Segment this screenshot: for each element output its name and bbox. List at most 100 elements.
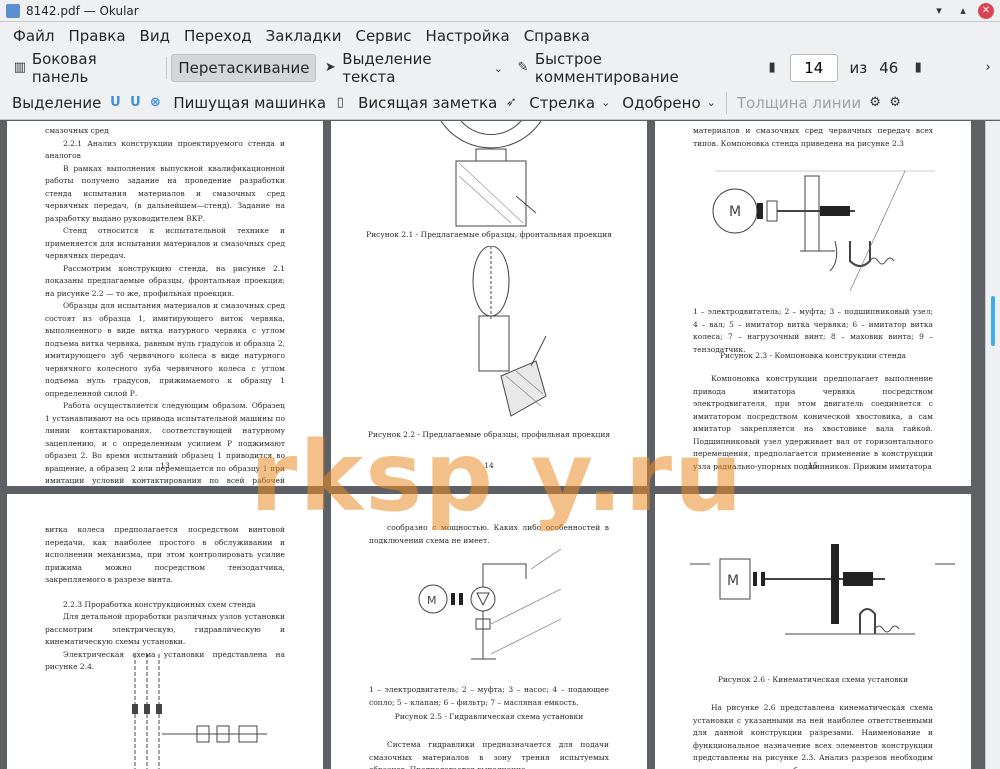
annotation-toolbar: Выделение U U ⊗ Пишущая машинка ▯ Висяща… xyxy=(0,86,1000,120)
typewriter-label: Пишущая машинка xyxy=(173,93,327,112)
paragraph: На рисунке 2.6 представлена кинематическ… xyxy=(693,703,933,769)
paragraph: В рамках выполнения выпускной квалификац… xyxy=(45,163,285,223)
page-total-label: 46 xyxy=(879,59,899,77)
pen-icon: ✎ xyxy=(517,60,529,75)
figure-2-2-drawing xyxy=(472,246,547,417)
paragraph: материалов и смазочных сред червячных пе… xyxy=(693,126,933,148)
scrollbar-thumb[interactable] xyxy=(991,296,995,346)
page-16: витка колеса предполагается посредством … xyxy=(7,494,323,769)
document-viewport[interactable]: смазочных сред 2.2.1 Анализ конструкции … xyxy=(0,121,985,769)
arrow-tool-icon: ➶ xyxy=(505,94,517,110)
text-line: смазочных сред xyxy=(45,126,109,135)
page-18: M Рисунок 2.6 - Кинематическая схема уст… xyxy=(655,494,971,769)
section-heading: 2.2.1 Анализ конструкции проектируемого … xyxy=(45,138,285,161)
menu-bookmarks[interactable]: Закладки xyxy=(259,27,349,45)
figure-legend: 1 – электродвигатель; 2 – муфта; 3 – под… xyxy=(693,307,933,354)
menu-file[interactable]: Файл xyxy=(6,27,61,45)
note-icon: ▯ xyxy=(336,94,344,110)
page-13: смазочных сред 2.2.1 Анализ конструкции … xyxy=(7,121,323,486)
close-icon[interactable]: ✕ xyxy=(978,2,994,19)
paragraph: Рассмотрим конструкцию стенда, на рисунк… xyxy=(45,263,285,298)
stamp-label: Одобрено xyxy=(622,93,701,112)
paragraph: Компоновка конструкции предполагает выпо… xyxy=(693,374,933,471)
page-number: 15 xyxy=(808,460,818,470)
maximize-icon[interactable]: ▴ xyxy=(954,2,972,20)
color-icon[interactable]: ⚙ xyxy=(867,95,883,111)
opacity-icon[interactable]: ⚙ xyxy=(887,95,903,111)
okular-app-icon xyxy=(6,3,20,18)
menu-edit[interactable]: Правка xyxy=(61,27,132,45)
cursor-icon: ➤ xyxy=(324,60,336,75)
highlight-label: Выделение xyxy=(12,93,102,112)
drag-tool-button[interactable]: Перетаскивание xyxy=(171,54,317,82)
figure-caption: Рисунок 2.3 - Компоновка конструкции сте… xyxy=(720,351,906,360)
text-select-button[interactable]: ➤ Выделение текста ⌄ xyxy=(316,50,509,86)
chevron-down-icon[interactable]: ⌄ xyxy=(494,62,503,75)
paragraph: Для детальной проработки различных узлов… xyxy=(45,612,285,646)
chevron-down-icon[interactable]: ⌄ xyxy=(707,96,716,109)
underline-icon[interactable]: U xyxy=(107,95,123,111)
page-number: 13 xyxy=(160,460,170,470)
line-width-tool[interactable]: Толщина линии xyxy=(731,89,867,117)
next-page-icon[interactable]: ▮ xyxy=(910,60,926,76)
menu-bar: Файл Правка Вид Переход Закладки Сервис … xyxy=(0,22,1000,50)
arrow-tool[interactable]: Стрелка ⌄ xyxy=(523,89,616,117)
highlight-tool[interactable]: Выделение xyxy=(6,89,107,117)
page-number: 14 xyxy=(484,460,494,470)
page-of-label: из xyxy=(849,59,868,77)
page-14: Рисунок 2.1 - Предлагаемые образцы, фрон… xyxy=(331,121,647,486)
figure-2-6-drawing: M xyxy=(690,544,955,635)
menu-go[interactable]: Переход xyxy=(177,27,259,45)
vertical-scrollbar[interactable] xyxy=(985,121,1000,769)
toolbar-separator xyxy=(725,91,727,114)
figure-2-1-drawing xyxy=(440,121,542,227)
paragraph: витка колеса предполагается посредством … xyxy=(45,525,285,584)
line-width-label: Толщина линии xyxy=(736,93,862,112)
svg-text:M: M xyxy=(729,204,741,220)
stamp-tool[interactable]: Одобрено ⌄ xyxy=(616,89,722,117)
menu-help[interactable]: Справка xyxy=(517,27,597,45)
page-15: материалов и смазочных сред червячных пе… xyxy=(655,121,971,486)
window-title: 8142.pdf — Okular xyxy=(26,3,139,18)
page-number-input[interactable]: 14 xyxy=(790,54,838,82)
window-titlebar: 8142.pdf — Okular ▾ ▴ ✕ xyxy=(0,0,1000,22)
toolbar-separator xyxy=(166,57,168,79)
squiggle-icon[interactable]: U xyxy=(127,95,143,111)
arrow-label: Стрелка xyxy=(529,93,596,112)
sticky-label: Висящая заметка xyxy=(358,93,498,112)
strikeout-icon[interactable]: ⊗ xyxy=(147,95,163,111)
figure-2-4-drawing xyxy=(132,654,267,769)
page-17: сообразно с мощностью. Каких либо особен… xyxy=(331,494,647,769)
quick-comment-button[interactable]: ✎ Быстрое комментирование xyxy=(509,50,754,86)
previous-page-icon[interactable]: ▮ xyxy=(764,60,780,76)
paragraph: Стенд относится к испытательной технике … xyxy=(45,226,285,260)
drag-label: Перетаскивание xyxy=(178,59,310,77)
sidebar-label: Боковая панель xyxy=(31,50,97,86)
figure-caption: Рисунок 2.6 - Кинематическая схема устан… xyxy=(717,675,909,684)
svg-text:M: M xyxy=(427,594,437,607)
paragraph: Система гидравлики предназначается для п… xyxy=(369,740,609,769)
text-select-label: Выделение текста xyxy=(342,50,432,86)
typewriter-tool[interactable]: Пишущая машинка xyxy=(167,89,332,117)
menu-view[interactable]: Вид xyxy=(133,27,177,45)
paragraph: Работа осуществляется следующим образом.… xyxy=(45,401,285,485)
svg-text:M: M xyxy=(727,573,739,589)
figure-2-5-drawing: M xyxy=(418,549,562,660)
figure-caption: Рисунок 2.1 - Предлагаемые образцы, фрон… xyxy=(366,230,612,239)
quick-comment-label: Быстрое комментирование xyxy=(534,50,679,86)
paragraph: сообразно с мощностью. Каких либо особен… xyxy=(369,523,609,545)
main-toolbar: ▥ Боковая панель Перетаскивание ➤ Выделе… xyxy=(0,50,1000,86)
paragraph: Образцы для испытания материалов и смазо… xyxy=(45,301,285,398)
menu-settings[interactable]: Настройка xyxy=(419,27,517,45)
chevron-down-icon[interactable]: ⌄ xyxy=(601,96,610,109)
figure-caption: Рисунок 2.2 - Предлагаемые образцы, проф… xyxy=(367,430,611,439)
minimize-icon[interactable]: ▾ xyxy=(930,2,948,20)
sticky-note-tool[interactable]: Висящая заметка xyxy=(352,89,503,117)
toolbar-overflow-icon[interactable]: › xyxy=(980,60,996,76)
figure-caption: Рисунок 2.5 - Гидравлическая схема устан… xyxy=(394,712,584,721)
sidebar-icon: ▥ xyxy=(13,60,27,75)
section-heading: 2.2.3 Проработка конструкционных схем ст… xyxy=(63,599,256,609)
sidebar-button[interactable]: ▥ Боковая панель xyxy=(6,50,162,86)
figure-legend: 1 – электродвигатель; 2 – муфта; 3 – нас… xyxy=(369,685,609,707)
menu-tools[interactable]: Сервис xyxy=(348,27,418,45)
